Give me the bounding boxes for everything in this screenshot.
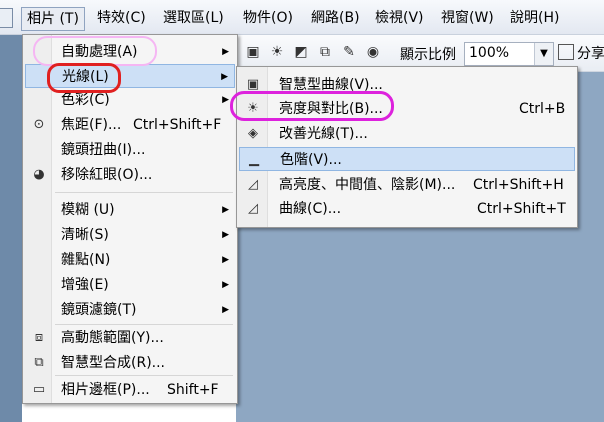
menu-item-red-eye[interactable]: ◕ 移除紅眼(O)... — [25, 163, 235, 187]
menu-item-improve-lighting[interactable]: ◈ 改善光線(T)... — [239, 122, 575, 146]
menu-item-shortcut: Ctrl+Shift+H — [473, 177, 564, 193]
menu-item-label: 模糊 (U) — [61, 202, 115, 218]
menu-item-label: 曲線(C)... — [279, 201, 342, 217]
menu-photo[interactable]: 相片 (T) — [21, 7, 85, 31]
curve-icon: ◿ — [248, 177, 258, 192]
eye-icon: ◕ — [33, 167, 45, 182]
menu-item-label: 移除紅眼(O)... — [61, 167, 153, 183]
submenu-arrow-icon: ▶ — [222, 255, 229, 265]
menu-item-label: 自動處理(A) — [61, 44, 138, 60]
share-button[interactable]: 分享 — [558, 43, 604, 63]
focus-icon: ⊙ — [33, 117, 45, 132]
menu-item-focus[interactable]: ⊙ 焦距(F)... Ctrl+Shift+F — [25, 113, 235, 137]
menu-item-photo-frame[interactable]: ▭ 相片邊框(P)... Shift+F — [25, 378, 235, 402]
submenu-arrow-icon: ▶ — [222, 205, 229, 215]
menu-help[interactable]: 說明(H) — [505, 7, 564, 29]
submenu-arrow-icon: ▶ — [221, 72, 228, 82]
menu-item-label: 相片邊框(P)... — [61, 382, 150, 398]
menu-item-label: 鏡頭扭曲(I)... — [61, 142, 146, 158]
menu-item-enhance[interactable]: 增強(E) ▶ — [25, 273, 235, 297]
menu-item-hdr[interactable]: ⧈ 高動態範圍(Y)... — [25, 326, 235, 350]
menu-item-shortcut: Ctrl+Shift+T — [477, 201, 566, 217]
menu-selection[interactable]: 選取區(L) — [158, 7, 229, 29]
menu-item-label: 增強(E) — [61, 277, 109, 293]
crop-tool-icon[interactable]: ◩ — [292, 43, 310, 61]
clone-tool-icon[interactable]: ⧉ — [316, 43, 334, 61]
menu-item-label: 鏡頭濾鏡(T) — [61, 302, 137, 318]
sun-icon: ☀ — [247, 101, 259, 116]
menu-item-label: 清晰(S) — [61, 227, 109, 243]
levels-icon: ▁ — [249, 152, 259, 167]
menu-item-brightness-contrast[interactable]: ☀ 亮度與對比(B)... Ctrl+B — [239, 97, 575, 121]
submenu-arrow-icon: ▶ — [222, 95, 229, 105]
menu-item-label: 雜點(N) — [61, 252, 111, 268]
menu-item-label: 改善光線(T)... — [279, 126, 368, 142]
menu-item-color[interactable]: 色彩(C) ▶ — [25, 88, 235, 112]
menu-separator — [55, 324, 233, 325]
menu-item-lens-distortion[interactable]: 鏡頭扭曲(I)... — [25, 138, 235, 162]
menu-item-highlight-midtone-shadow[interactable]: ◿ 高亮度、中間值、陰影(M)... Ctrl+Shift+H — [239, 173, 575, 197]
smart-curves-icon: ▣ — [246, 77, 260, 92]
submenu-arrow-icon: ▶ — [222, 280, 229, 290]
submenu-arrow-icon: ▶ — [222, 230, 229, 240]
lighting-submenu: ▣ 智慧型曲線(V)... ☀ 亮度與對比(B)... Ctrl+B ◈ 改善光… — [236, 66, 578, 228]
submenu-arrow-icon: ▶ — [222, 305, 229, 315]
menu-item-label: 智慧型合成(R)... — [61, 355, 166, 371]
menu-network[interactable]: 網路(B) — [306, 7, 365, 29]
menu-separator — [55, 192, 233, 193]
menu-item-label: 高亮度、中間值、陰影(M)... — [279, 177, 456, 193]
menu-window[interactable]: 視窗(W) — [436, 7, 499, 29]
composite-icon: ⧉ — [34, 355, 44, 370]
menu-item-noise[interactable]: 雜點(N) ▶ — [25, 248, 235, 272]
menu-bar: 相片 (T) 特效(C) 選取區(L) 物件(O) 網路(B) 檢視(V) 視窗… — [0, 0, 604, 35]
curve-icon: ◿ — [248, 201, 258, 216]
menu-item-label: 色彩(C) — [61, 92, 110, 108]
menu-item-label: 亮度與對比(B)... — [279, 101, 383, 117]
zoom-value: 100% — [469, 45, 510, 61]
share-label: 分享 — [577, 46, 604, 62]
dropper-tool-icon[interactable]: ✎ — [340, 43, 358, 61]
menu-item-smart-composite[interactable]: ⧉ 智慧型合成(R)... — [25, 351, 235, 375]
menu-separator — [55, 375, 233, 376]
improve-light-icon: ◈ — [248, 126, 258, 141]
submenu-arrow-icon: ▶ — [222, 47, 229, 57]
image-tool-icon[interactable]: ▣ — [244, 43, 262, 61]
frame-icon: ▭ — [32, 382, 46, 397]
eye-tool-icon[interactable]: ◉ — [364, 43, 382, 61]
menu-item-auto-process[interactable]: 自動處理(A) ▶ — [25, 40, 235, 64]
menu-item-levels[interactable]: ▁ 色階(V)... — [239, 147, 575, 171]
zoom-select[interactable]: 100% ▼ — [464, 42, 554, 66]
menu-item-shortcut: Ctrl+Shift+F — [133, 117, 222, 133]
menu-item-lens-filter[interactable]: 鏡頭濾鏡(T) ▶ — [25, 298, 235, 322]
chevron-down-icon[interactable]: ▼ — [534, 43, 553, 65]
menu-item-label: 焦距(F)... — [61, 117, 122, 133]
zoom-label: 顯示比例 — [400, 47, 456, 63]
brightness-tool-icon[interactable]: ☀ — [268, 43, 286, 61]
share-icon — [558, 44, 574, 60]
menu-item-shortcut: Ctrl+B — [519, 101, 566, 117]
app-edge-tab — [0, 8, 13, 28]
menu-item-label: 色階(V)... — [280, 152, 342, 168]
photo-menu: 自動處理(A) ▶ 光線(L) ▶ 色彩(C) ▶ ⊙ 焦距(F)... Ctr… — [22, 34, 238, 404]
menu-item-label: 智慧型曲線(V)... — [279, 77, 383, 93]
menu-object[interactable]: 物件(O) — [238, 7, 298, 29]
menu-item-label: 高動態範圍(Y)... — [61, 330, 164, 346]
menu-item-label: 光線(L) — [62, 69, 109, 85]
menu-item-sharpen[interactable]: 清晰(S) ▶ — [25, 223, 235, 247]
menu-item-curves[interactable]: ◿ 曲線(C)... Ctrl+Shift+T — [239, 197, 575, 221]
menu-item-smart-curves[interactable]: ▣ 智慧型曲線(V)... — [239, 73, 575, 97]
hdr-icon: ⧈ — [34, 330, 44, 345]
menu-item-blur[interactable]: 模糊 (U) ▶ — [25, 198, 235, 222]
menu-view[interactable]: 檢視(V) — [370, 7, 429, 29]
menu-item-lighting[interactable]: 光線(L) ▶ — [25, 64, 235, 88]
left-panel — [0, 35, 22, 422]
menu-effects[interactable]: 特效(C) — [92, 7, 151, 29]
menu-item-shortcut: Shift+F — [167, 382, 219, 398]
